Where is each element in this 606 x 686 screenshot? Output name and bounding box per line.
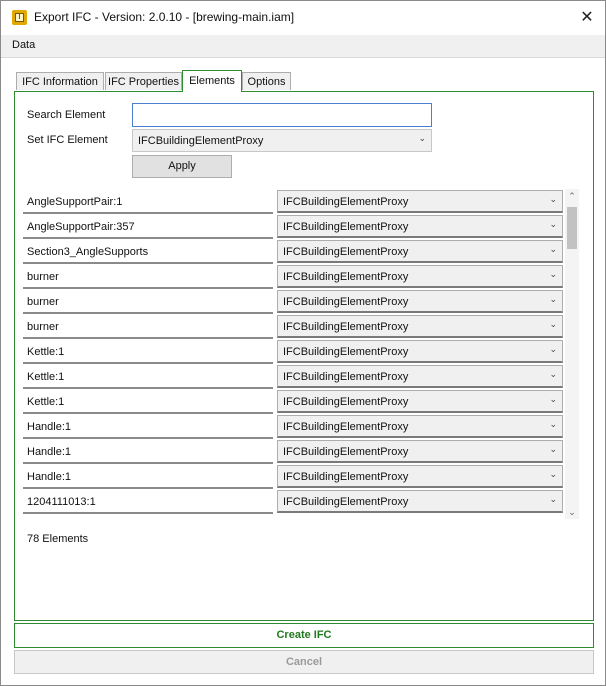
- element-name: 1204111013:1: [27, 496, 96, 508]
- element-ifc-type-value: IFCBuildingElementProxy: [283, 496, 409, 508]
- element-row: Section3_AngleSupports IFCBuildingElement…: [23, 239, 565, 264]
- element-name: burner: [27, 321, 59, 333]
- chevron-down-icon: ⌄: [418, 133, 426, 143]
- element-row: AngleSupportPair:1 IFCBuildingElementProx…: [23, 189, 565, 214]
- element-row: Handle:1 IFCBuildingElementProxy ⌄: [23, 414, 565, 439]
- chevron-down-icon: ⌄: [549, 219, 557, 229]
- row-divider: [23, 512, 273, 514]
- title-bar: I Export IFC - Version: 2.0.10 - [brewin…: [1, 1, 605, 33]
- element-ifc-type-dropdown[interactable]: IFCBuildingElementProxy ⌄: [277, 190, 563, 213]
- element-row: Handle:1 IFCBuildingElementProxy ⌄: [23, 464, 565, 489]
- element-row: Kettle:1 IFCBuildingElementProxy ⌄: [23, 389, 565, 414]
- element-name: AngleSupportPair:1: [27, 196, 123, 208]
- tab-elements[interactable]: Elements: [182, 70, 242, 92]
- element-name: AngleSupportPair:357: [27, 221, 135, 233]
- element-name: Kettle:1: [27, 396, 65, 408]
- create-ifc-button[interactable]: Create IFC: [14, 623, 594, 648]
- element-ifc-type-dropdown[interactable]: IFCBuildingElementProxy ⌄: [277, 290, 563, 313]
- tab-ifc-information[interactable]: IFC Information: [16, 72, 104, 90]
- close-button[interactable]: ✕: [573, 5, 601, 29]
- element-row: burner IFCBuildingElementProxy ⌄: [23, 314, 565, 339]
- chevron-down-icon: ⌄: [549, 194, 557, 204]
- element-ifc-type-value: IFCBuildingElementProxy: [283, 371, 409, 383]
- element-list-scrollbar[interactable]: ⌃ ⌄: [565, 189, 579, 519]
- element-row: 1204111013:1 IFCBuildingElementProxy ⌄: [23, 489, 565, 514]
- chevron-down-icon: ⌄: [549, 419, 557, 429]
- cancel-button: Cancel: [14, 650, 594, 674]
- element-name: burner: [27, 296, 59, 308]
- scrollbar-thumb[interactable]: [567, 207, 577, 249]
- element-ifc-type-dropdown[interactable]: IFCBuildingElementProxy ⌄: [277, 240, 563, 263]
- tab-ifc-properties[interactable]: IFC Properties: [105, 72, 182, 90]
- element-ifc-type-dropdown[interactable]: IFCBuildingElementProxy ⌄: [277, 340, 563, 363]
- element-row: burner IFCBuildingElementProxy ⌄: [23, 264, 565, 289]
- element-ifc-type-dropdown[interactable]: IFCBuildingElementProxy ⌄: [277, 215, 563, 238]
- element-list: AngleSupportPair:1 IFCBuildingElementProx…: [23, 189, 565, 519]
- autodesk-inventor-icon: I: [12, 10, 27, 25]
- chevron-down-icon: ⌄: [549, 444, 557, 454]
- element-ifc-type-value: IFCBuildingElementProxy: [283, 421, 409, 433]
- chevron-down-icon: ⌄: [549, 319, 557, 329]
- chevron-down-icon: ⌄: [549, 494, 557, 504]
- element-ifc-type-value: IFCBuildingElementProxy: [283, 471, 409, 483]
- menu-data[interactable]: Data: [12, 39, 35, 51]
- menu-bar: Data: [1, 35, 605, 58]
- element-ifc-type-value: IFCBuildingElementProxy: [283, 246, 409, 258]
- chevron-down-icon: ⌄: [549, 244, 557, 254]
- element-ifc-type-dropdown[interactable]: IFCBuildingElementProxy ⌄: [277, 315, 563, 338]
- element-ifc-type-value: IFCBuildingElementProxy: [283, 296, 409, 308]
- chevron-down-icon: ⌄: [549, 469, 557, 479]
- search-element-input[interactable]: [132, 103, 432, 127]
- set-ifc-element-value: IFCBuildingElementProxy: [138, 135, 264, 147]
- set-ifc-element-dropdown[interactable]: IFCBuildingElementProxy ⌄: [132, 129, 432, 152]
- element-name: Section3_AngleSupports: [27, 246, 149, 258]
- element-ifc-type-dropdown[interactable]: IFCBuildingElementProxy ⌄: [277, 465, 563, 488]
- element-ifc-type-value: IFCBuildingElementProxy: [283, 271, 409, 283]
- element-name: Kettle:1: [27, 346, 65, 358]
- element-name: Handle:1: [27, 446, 72, 458]
- set-ifc-element-label: Set IFC Element: [27, 134, 108, 146]
- element-ifc-type-dropdown[interactable]: IFCBuildingElementProxy ⌄: [277, 390, 563, 413]
- scroll-down-icon[interactable]: ⌄: [565, 505, 579, 519]
- element-ifc-type-value: IFCBuildingElementProxy: [283, 196, 409, 208]
- chevron-down-icon: ⌄: [549, 369, 557, 379]
- export-ifc-dialog: I Export IFC - Version: 2.0.10 - [brewin…: [0, 0, 606, 686]
- element-ifc-type-value: IFCBuildingElementProxy: [283, 321, 409, 333]
- chevron-down-icon: ⌄: [549, 394, 557, 404]
- element-ifc-type-value: IFCBuildingElementProxy: [283, 446, 409, 458]
- chevron-down-icon: ⌄: [549, 294, 557, 304]
- element-row: Kettle:1 IFCBuildingElementProxy ⌄: [23, 364, 565, 389]
- element-ifc-type-dropdown[interactable]: IFCBuildingElementProxy ⌄: [277, 415, 563, 438]
- element-name: Handle:1: [27, 471, 72, 483]
- tab-options[interactable]: Options: [242, 72, 291, 90]
- element-row: AngleSupportPair:357 IFCBuildingElementPr…: [23, 214, 565, 239]
- chevron-down-icon: ⌄: [549, 269, 557, 279]
- element-name: Kettle:1: [27, 371, 65, 383]
- element-ifc-type-value: IFCBuildingElementProxy: [283, 221, 409, 233]
- chevron-down-icon: ⌄: [549, 344, 557, 354]
- element-count: 78 Elements: [27, 533, 89, 545]
- window-title: Export IFC - Version: 2.0.10 - [brewing-…: [34, 10, 295, 24]
- element-ifc-type-dropdown[interactable]: IFCBuildingElementProxy ⌄: [277, 365, 563, 388]
- element-ifc-type-value: IFCBuildingElementProxy: [283, 346, 409, 358]
- search-element-label: Search Element: [27, 109, 106, 121]
- apply-button[interactable]: Apply: [132, 155, 232, 178]
- element-row: burner IFCBuildingElementProxy ⌄: [23, 289, 565, 314]
- element-ifc-type-dropdown[interactable]: IFCBuildingElementProxy ⌄: [277, 490, 563, 513]
- scroll-up-icon[interactable]: ⌃: [565, 189, 579, 203]
- element-row: Kettle:1 IFCBuildingElementProxy ⌄: [23, 339, 565, 364]
- element-row: Handle:1 IFCBuildingElementProxy ⌄: [23, 439, 565, 464]
- element-name: Handle:1: [27, 421, 72, 433]
- element-ifc-type-dropdown[interactable]: IFCBuildingElementProxy ⌄: [277, 440, 563, 463]
- element-name: burner: [27, 271, 59, 283]
- element-ifc-type-value: IFCBuildingElementProxy: [283, 396, 409, 408]
- element-ifc-type-dropdown[interactable]: IFCBuildingElementProxy ⌄: [277, 265, 563, 288]
